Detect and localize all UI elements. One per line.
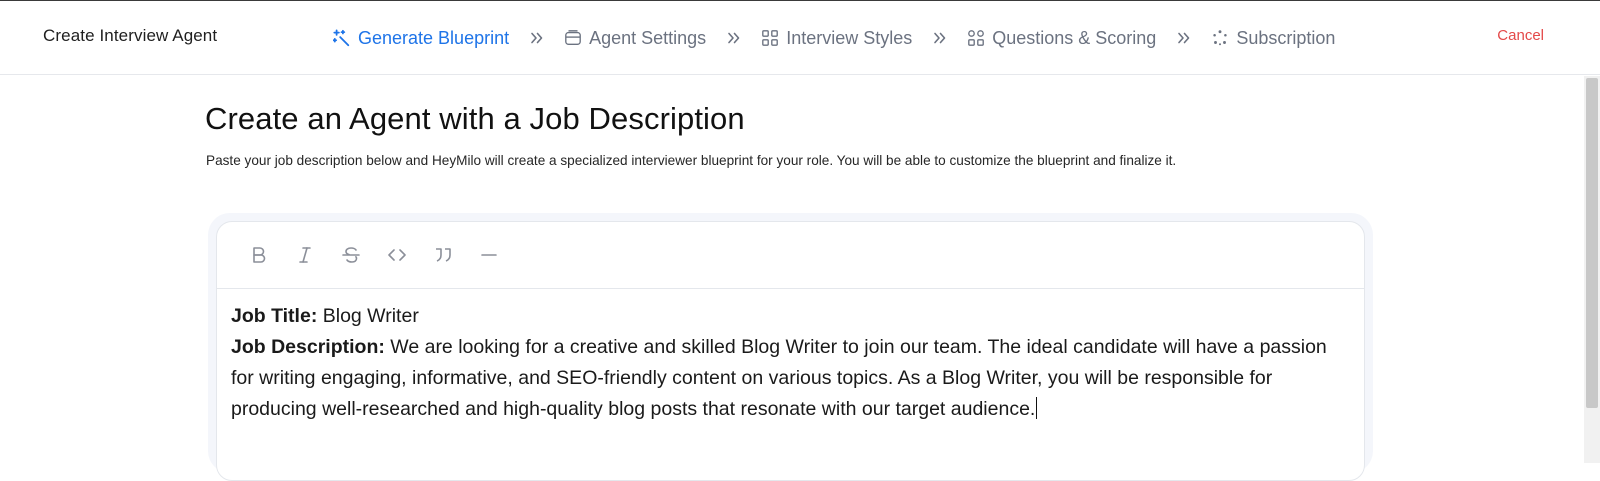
job-title-label: Job Title: [231, 305, 318, 327]
chevron-double-right-icon [1177, 31, 1191, 45]
job-description-line: Job Description: We are looking for a cr… [231, 332, 1350, 425]
quote-icon[interactable] [431, 243, 455, 267]
bold-icon[interactable] [247, 243, 271, 267]
page-subtitle: Paste your job description below and Hey… [206, 153, 1177, 168]
scrollbar-thumb[interactable] [1586, 78, 1598, 408]
strikethrough-icon[interactable] [339, 243, 363, 267]
chevron-double-right-icon [530, 31, 544, 45]
job-title-line: Job Title: Blog Writer [231, 301, 1350, 332]
step-questions-scoring[interactable]: Questions & Scoring [967, 28, 1156, 49]
italic-icon[interactable] [293, 243, 317, 267]
chevron-double-right-icon [727, 31, 741, 45]
page-title: Create an Agent with a Job Description [205, 101, 745, 136]
step-generate-blueprint[interactable]: Generate Blueprint [333, 28, 509, 49]
editor-content[interactable]: Job Title: Blog Writer Job Description: … [217, 289, 1364, 425]
job-description-editor[interactable]: Job Title: Blog Writer Job Description: … [216, 221, 1365, 481]
settings-card-icon [564, 29, 582, 47]
step-interview-styles[interactable]: Interview Styles [761, 28, 912, 49]
grid-icon [967, 29, 985, 47]
step-label: Agent Settings [589, 27, 707, 48]
magic-wand-icon [333, 29, 351, 47]
code-icon[interactable] [385, 243, 409, 267]
step-subscription[interactable]: Subscription [1211, 28, 1335, 49]
chevron-double-right-icon [933, 31, 947, 45]
text-caret [1036, 397, 1038, 419]
editor-toolbar [217, 222, 1364, 289]
job-description-value: We are looking for a creative and skille… [231, 336, 1327, 420]
step-label: Interview Styles [786, 27, 913, 48]
grid-icon [761, 29, 779, 47]
cancel-button[interactable]: Cancel [1497, 27, 1544, 44]
step-agent-settings[interactable]: Agent Settings [564, 28, 706, 49]
app-title: Create Interview Agent [43, 26, 218, 45]
job-title-value: Blog Writer [317, 305, 419, 327]
top-bar: Create Interview Agent Generate Blueprin… [0, 0, 1600, 75]
step-label: Generate Blueprint [358, 27, 510, 48]
step-label: Subscription [1236, 27, 1336, 48]
wizard-steps: Generate Blueprint Agent Settings Interv… [333, 24, 1335, 52]
horizontal-rule-icon[interactable] [477, 243, 501, 267]
job-description-label: Job Description: [231, 336, 385, 358]
step-label: Questions & Scoring [992, 27, 1157, 48]
refresh-icon [1211, 29, 1229, 47]
